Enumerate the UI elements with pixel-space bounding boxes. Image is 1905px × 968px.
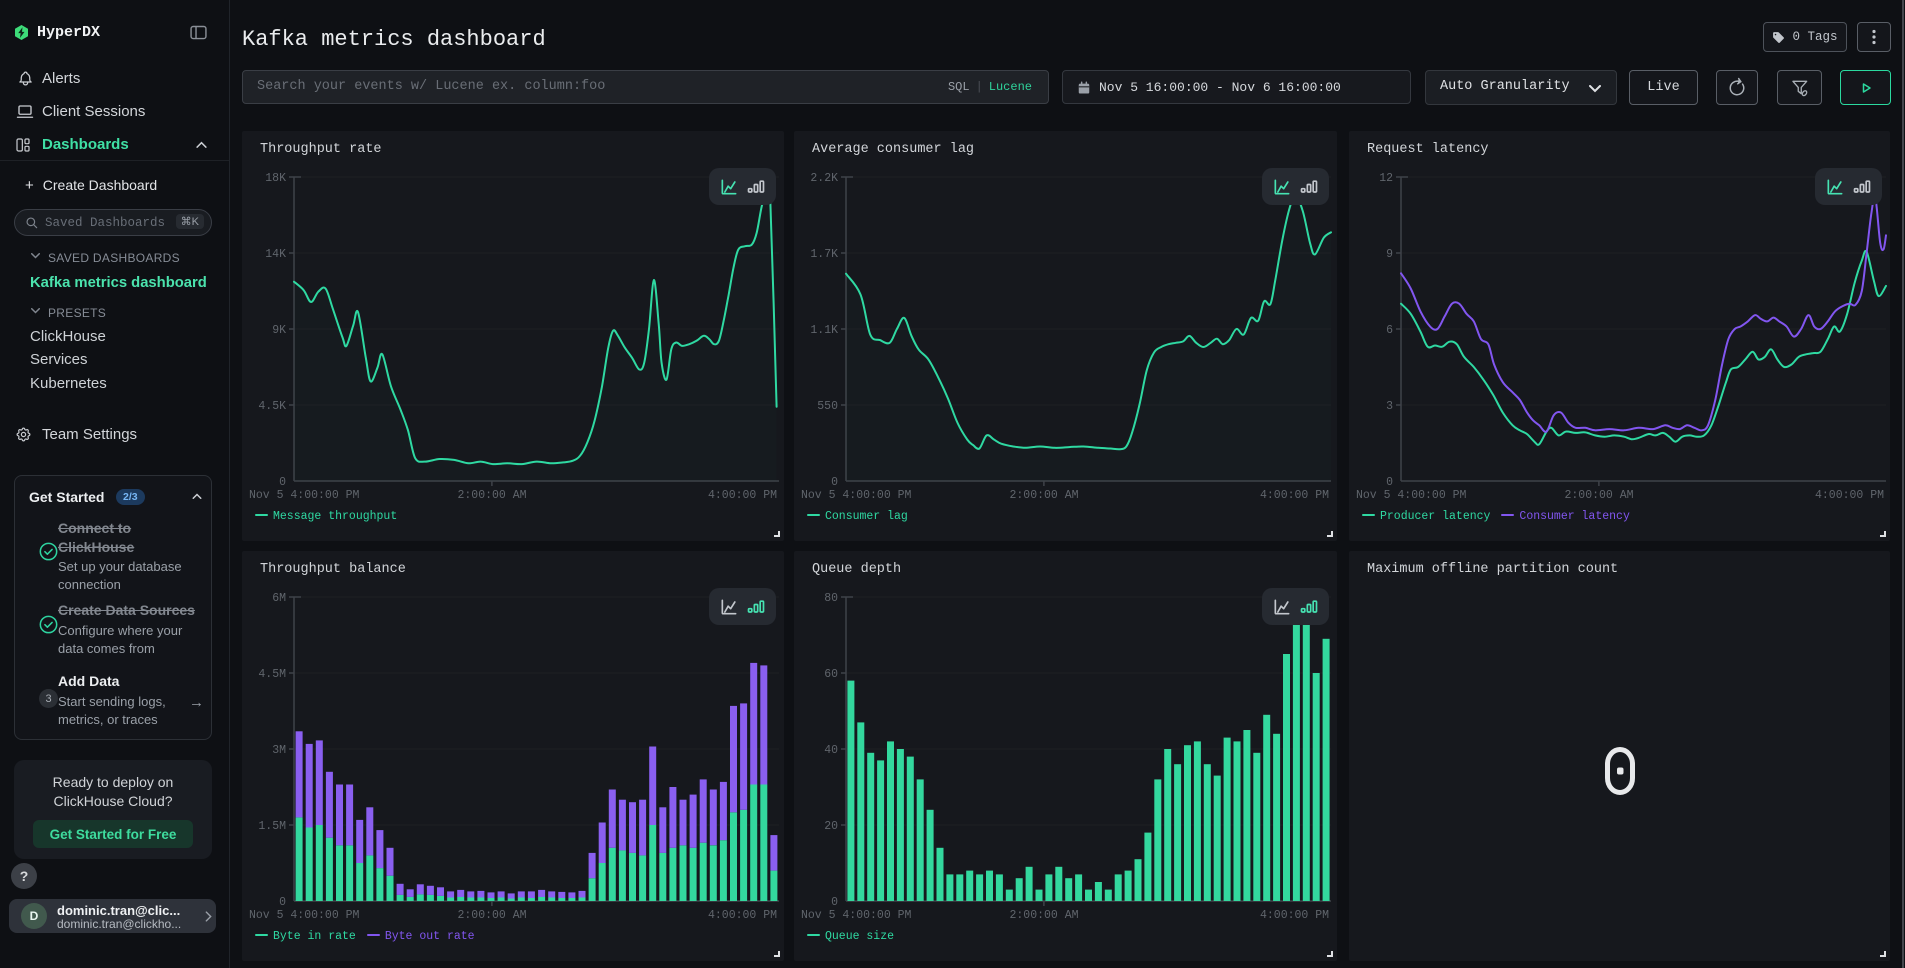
svg-text:Nov 5 4:00:00 PM: Nov 5 4:00:00 PM — [1356, 489, 1467, 502]
svg-text:2:00:00 AM: 2:00:00 AM — [1009, 489, 1078, 502]
svg-text:1.1K: 1.1K — [810, 324, 838, 337]
svg-text:Nov 5 4:00:00 PM: Nov 5 4:00:00 PM — [801, 909, 912, 922]
svg-text:6M: 6M — [272, 592, 286, 605]
svg-text:3M: 3M — [272, 744, 286, 757]
svg-text:4:00:00 PM: 4:00:00 PM — [1260, 489, 1329, 502]
svg-text:0: 0 — [1386, 476, 1393, 489]
svg-text:4:00:00 PM: 4:00:00 PM — [708, 909, 777, 922]
svg-text:Nov 5 4:00:00 PM: Nov 5 4:00:00 PM — [249, 909, 360, 922]
svg-text:0: 0 — [279, 896, 286, 909]
svg-text:2:00:00 AM: 2:00:00 AM — [457, 489, 526, 502]
svg-text:0: 0 — [831, 476, 838, 489]
svg-text:1.7K: 1.7K — [810, 248, 838, 261]
svg-text:4.5M: 4.5M — [258, 668, 286, 681]
svg-text:550: 550 — [817, 400, 838, 413]
svg-text:Nov 5 4:00:00 PM: Nov 5 4:00:00 PM — [249, 489, 360, 502]
svg-text:12: 12 — [1379, 172, 1393, 185]
svg-text:4:00:00 PM: 4:00:00 PM — [1260, 909, 1329, 922]
svg-text:6: 6 — [1386, 324, 1393, 337]
svg-text:0: 0 — [279, 476, 286, 489]
svg-text:2.2K: 2.2K — [810, 172, 838, 185]
svg-text:Nov 5 4:00:00 PM: Nov 5 4:00:00 PM — [801, 489, 912, 502]
svg-text:9K: 9K — [272, 324, 286, 337]
svg-text:60: 60 — [824, 668, 838, 681]
svg-text:4:00:00 PM: 4:00:00 PM — [708, 489, 777, 502]
svg-text:2:00:00 AM: 2:00:00 AM — [1564, 489, 1633, 502]
svg-text:4:00:00 PM: 4:00:00 PM — [1815, 489, 1884, 502]
svg-text:2:00:00 AM: 2:00:00 AM — [457, 909, 526, 922]
svg-text:3: 3 — [1386, 400, 1393, 413]
svg-text:0: 0 — [831, 896, 838, 909]
svg-text:2:00:00 AM: 2:00:00 AM — [1009, 909, 1078, 922]
svg-text:18K: 18K — [265, 172, 286, 185]
svg-text:80: 80 — [824, 592, 838, 605]
svg-text:40: 40 — [824, 744, 838, 757]
svg-text:4.5K: 4.5K — [258, 400, 286, 413]
svg-text:14K: 14K — [265, 248, 286, 261]
svg-text:9: 9 — [1386, 248, 1393, 261]
svg-text:1.5M: 1.5M — [258, 820, 286, 833]
svg-text:20: 20 — [824, 820, 838, 833]
